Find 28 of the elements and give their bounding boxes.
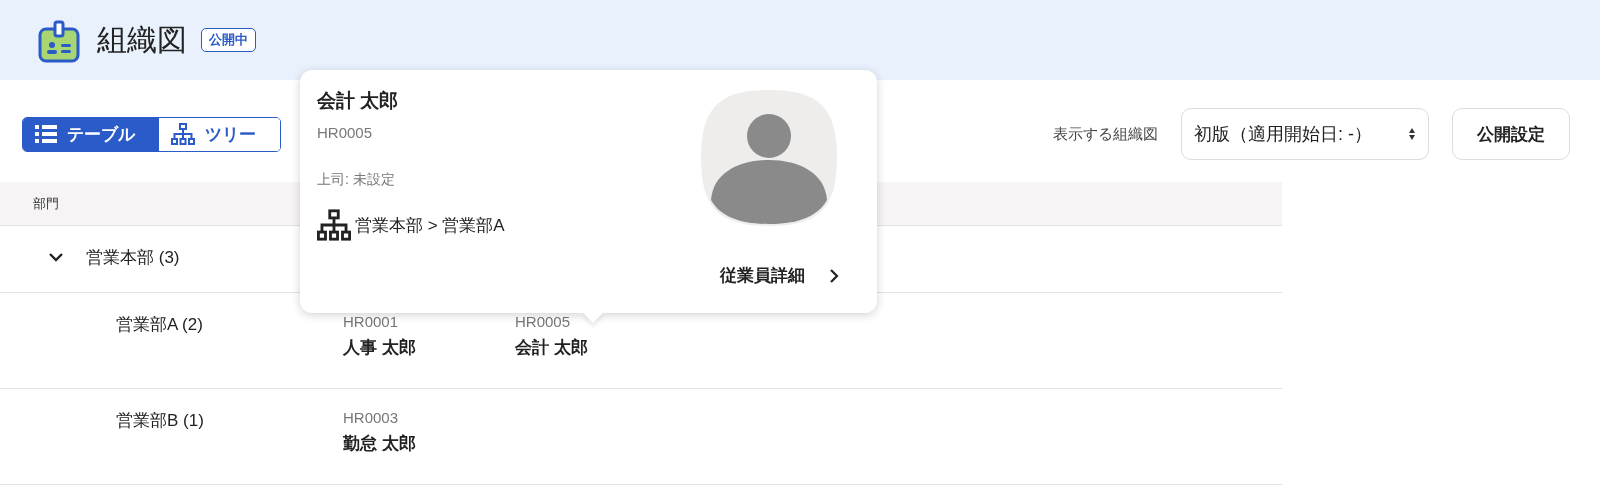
manager-text: 上司: 未設定 [317,171,396,189]
employee-name: 会計 太郎 [317,89,400,113]
employee-detail-link[interactable]: 従業員詳細 [720,264,839,287]
employee-code: HR0005 [515,313,572,330]
employee-code: HR0001 [343,313,400,330]
list-icon [35,124,57,144]
department-name: 営業本部 (3) [86,247,180,269]
chart-selector-label: 表示する組織図 [1053,124,1158,144]
employee-code: HR0005 [317,124,374,141]
hierarchy-icon [171,123,195,145]
department-path: 営業本部 > 営業部A [355,214,505,237]
employee-name[interactable]: 会計 太郎 [515,336,687,359]
employee-name[interactable]: 勤怠 太郎 [343,432,515,455]
status-badge: 公開中 [201,28,256,52]
id-badge-icon [37,20,81,64]
sort-caret-icon [1408,127,1416,141]
chart-select[interactable]: 初版（適用開始日: -） [1181,108,1429,160]
department-name: 営業部A (2) [116,314,203,336]
publish-settings-button[interactable]: 公開設定 [1452,108,1570,160]
page-title: 組織図 [97,21,187,58]
column-header: 部門 [33,194,59,213]
chevron-right-icon [829,267,839,284]
view-tab[interactable]: テーブル [23,117,159,151]
employee-name[interactable]: 人事 太郎 [343,336,515,359]
department-name: 営業部B (1) [116,410,204,432]
avatar-icon [699,88,839,228]
hierarchy-icon [317,209,351,241]
employee-code: HR0003 [343,409,400,426]
